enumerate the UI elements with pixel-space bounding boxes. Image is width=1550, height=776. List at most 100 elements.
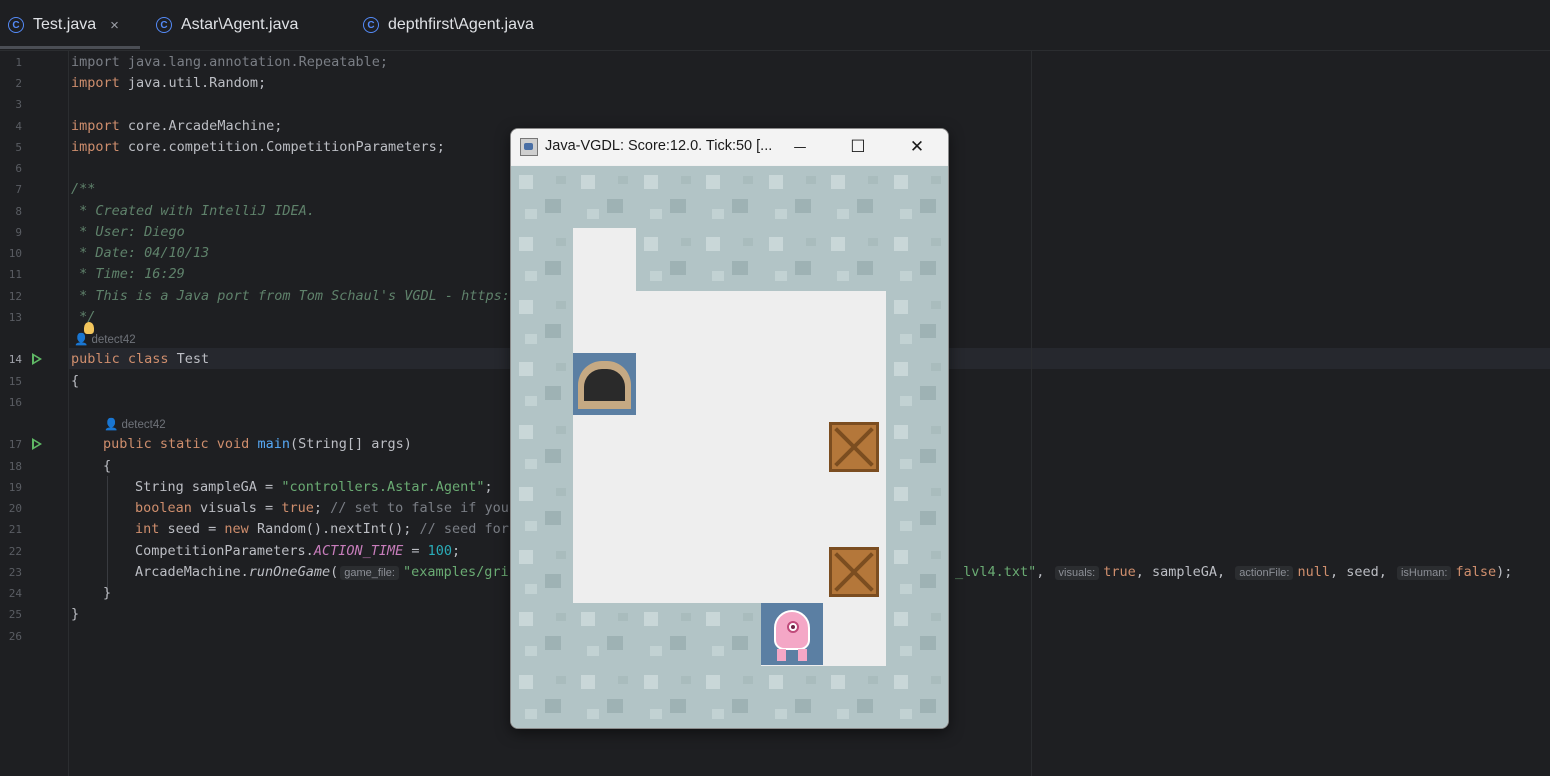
line-number: 23 bbox=[8, 566, 22, 579]
code-line-1: import java.lang.annotation.Repeatable; bbox=[71, 54, 388, 70]
editor-tab-bar: C Test.java × C Astar\Agent.java C depth… bbox=[0, 0, 1550, 51]
code-line-4: import core.ArcadeMachine; bbox=[71, 116, 282, 137]
class-icon: C bbox=[363, 17, 379, 33]
author-name: detect42 bbox=[91, 334, 136, 346]
wall-tile bbox=[885, 353, 948, 416]
wall-tile bbox=[511, 665, 574, 728]
wall-tile bbox=[635, 603, 699, 666]
code-line-24: } bbox=[103, 585, 112, 601]
floor-tile bbox=[573, 290, 636, 354]
wall-tile bbox=[885, 540, 948, 604]
avatar-leg bbox=[797, 649, 807, 662]
line-number: 1 bbox=[15, 56, 22, 69]
code-text: ; bbox=[313, 500, 322, 516]
floor-tile bbox=[573, 228, 636, 291]
param-hint: game_file: bbox=[340, 566, 399, 580]
param-hint: actionFile: bbox=[1235, 566, 1294, 580]
line-number: 21 bbox=[8, 523, 22, 536]
wall-tile bbox=[885, 665, 948, 728]
line-number: 17 bbox=[8, 438, 22, 451]
floor-tile bbox=[698, 415, 761, 479]
floor-tile bbox=[760, 353, 824, 416]
line-number: 25 bbox=[8, 608, 22, 621]
wall-tile bbox=[885, 415, 948, 479]
avatar-eye bbox=[786, 621, 799, 634]
wall-tile bbox=[885, 478, 948, 541]
floor-tile bbox=[823, 290, 886, 354]
line-number: 4 bbox=[15, 120, 22, 133]
param-hint: isHuman: bbox=[1396, 566, 1452, 580]
line-number: 19 bbox=[8, 481, 22, 494]
line-number: 8 bbox=[15, 205, 22, 218]
wall-tile bbox=[885, 228, 948, 291]
keyword: public class bbox=[71, 351, 169, 367]
keyword: import bbox=[71, 118, 120, 134]
wall-tile bbox=[511, 228, 574, 291]
wall-tile bbox=[698, 665, 761, 728]
code-line-7: /** bbox=[71, 181, 96, 197]
line-number: 2 bbox=[15, 77, 22, 90]
line-number: 24 bbox=[8, 587, 22, 600]
wall-tile bbox=[511, 353, 574, 416]
floor-tile bbox=[573, 478, 636, 541]
avatar-leg bbox=[776, 649, 786, 662]
tab-astar-agent[interactable]: C Astar\Agent.java bbox=[156, 0, 298, 50]
code-line-22: CompetitionParameters.ACTION_TIME = 100; bbox=[135, 541, 460, 562]
line-number: 18 bbox=[8, 460, 22, 473]
wall-tile bbox=[760, 665, 824, 728]
wall-tile bbox=[885, 603, 948, 666]
run-class-icon[interactable] bbox=[32, 353, 42, 365]
tab-label: Test.java bbox=[33, 16, 97, 33]
tab-depthfirst-agent[interactable]: C depthfirst\Agent.java bbox=[363, 0, 534, 50]
run-main-icon[interactable] bbox=[32, 438, 42, 450]
wall-tile bbox=[823, 665, 886, 728]
author-inlay[interactable]: 👤 detect42 bbox=[74, 332, 136, 346]
keyword: boolean bbox=[135, 500, 192, 516]
maximize-button[interactable]: ☐ bbox=[829, 129, 887, 165]
tab-test-java[interactable]: C Test.java × bbox=[8, 0, 119, 50]
line-number: 10 bbox=[8, 247, 22, 260]
floor-tile bbox=[635, 353, 699, 416]
crate-sprite bbox=[829, 421, 880, 472]
code-line-23-start: ArcadeMachine.runOneGame(game_file: "exam… bbox=[135, 562, 509, 584]
wall-tile bbox=[635, 228, 699, 291]
close-button[interactable]: ✕ bbox=[888, 129, 946, 165]
avatar-body bbox=[773, 610, 810, 651]
param-hint: visuals: bbox=[1054, 566, 1100, 580]
keyword: int bbox=[135, 521, 160, 537]
wall-tile bbox=[511, 290, 574, 354]
code-line-21: int seed = new Random().nextInt(); // se… bbox=[135, 519, 509, 540]
code-line-19: String sampleGA = "controllers.Astar.Age… bbox=[135, 477, 493, 498]
code-line-18: { bbox=[103, 458, 112, 474]
method-name: main bbox=[257, 436, 290, 452]
keyword: false bbox=[1455, 564, 1497, 580]
close-icon[interactable]: × bbox=[110, 17, 119, 34]
game-window-titlebar[interactable]: Java-VGDL: Score:12.0. Tick:50 [... — ☐ … bbox=[511, 129, 948, 165]
code-text: , sampleGA, bbox=[1135, 564, 1234, 580]
hole-opening bbox=[584, 369, 626, 402]
tab-label: depthfirst\Agent.java bbox=[388, 16, 534, 33]
line-number: 22 bbox=[8, 545, 22, 558]
code-text: CompetitionParameters. bbox=[135, 543, 314, 559]
wall-tile bbox=[511, 166, 574, 229]
method-name: runOneGame bbox=[248, 564, 331, 580]
minimize-button[interactable]: — bbox=[771, 129, 829, 165]
author-inlay[interactable]: 👤 detect42 bbox=[104, 417, 166, 431]
active-tab-indicator bbox=[0, 46, 140, 49]
floor-tile bbox=[635, 415, 699, 479]
code-text: , seed, bbox=[1329, 564, 1395, 580]
line-number: 5 bbox=[15, 141, 22, 154]
java-app-icon bbox=[520, 138, 538, 156]
code-line-8: * Created with IntelliJ IDEA. bbox=[71, 203, 315, 219]
line-number: 20 bbox=[8, 502, 22, 515]
wall-tile bbox=[635, 166, 699, 229]
wall-tile bbox=[698, 228, 761, 291]
game-window[interactable]: Java-VGDL: Score:12.0. Tick:50 [... — ☐ … bbox=[510, 128, 949, 729]
floor-tile bbox=[823, 603, 886, 666]
game-grid bbox=[511, 166, 948, 728]
line-number: 9 bbox=[15, 226, 22, 239]
wall-tile bbox=[511, 415, 574, 479]
hole-sprite bbox=[573, 353, 637, 416]
wall-tile bbox=[511, 540, 574, 604]
code-line-10: * Date: 04/10/13 bbox=[71, 245, 210, 261]
